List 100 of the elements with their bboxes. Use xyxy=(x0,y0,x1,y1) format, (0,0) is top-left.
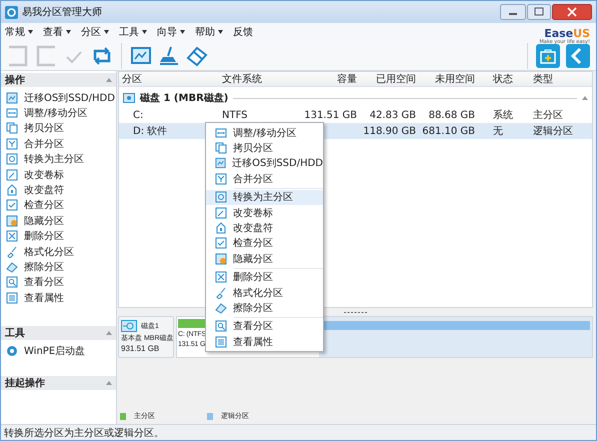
column-header[interactable]: 已用空间 xyxy=(357,72,416,86)
sidebar-item[interactable]: 改变盘符 xyxy=(1,182,116,198)
sidebar-item[interactable]: 检查分区 xyxy=(1,198,116,214)
menu-item[interactable]: 帮助 xyxy=(195,25,223,39)
section-header[interactable]: 挂起操作 xyxy=(1,376,116,390)
app-icon xyxy=(5,6,18,18)
menu-item[interactable]: 格式化分区 xyxy=(206,284,323,300)
collapse-icon[interactable] xyxy=(106,380,112,385)
item-label: 查看分区 xyxy=(24,276,64,290)
menu-item[interactable]: 分区 xyxy=(81,25,109,39)
column-header[interactable]: 类型 xyxy=(530,72,592,86)
table-cell-text: 无 xyxy=(492,125,504,138)
column-header[interactable]: 文件系统 xyxy=(219,72,301,86)
sidebar-item[interactable]: WinPE启动盘 xyxy=(1,343,116,359)
menu-item[interactable]: 迁移OS到SSD/HDD xyxy=(206,156,323,172)
menu-item[interactable]: 反馈 xyxy=(233,25,253,39)
convert-icon xyxy=(215,191,227,204)
sidebar-item[interactable]: 格式化分区 xyxy=(1,244,116,260)
drive-icon xyxy=(6,184,18,196)
edit-icon xyxy=(215,206,227,219)
apply-button[interactable] xyxy=(91,44,113,66)
menu-item[interactable]: 改变卷标 xyxy=(206,204,323,220)
table-cell-text: 131.51 GB xyxy=(303,110,357,120)
status-text: 转换所选分区为主分区或逻辑分区。 xyxy=(4,426,164,440)
menu-item[interactable]: 拷贝分区 xyxy=(206,140,323,156)
item-label: 转换为主分区 xyxy=(24,152,84,166)
sidebar-item[interactable]: 擦除分区 xyxy=(1,259,116,275)
column-header[interactable]: 未用空间 xyxy=(416,72,475,86)
menu-item[interactable]: 检查分区 xyxy=(206,236,323,252)
sidebar-item[interactable]: 转换为主分区 xyxy=(1,152,116,167)
section-header[interactable]: 操作 xyxy=(1,73,116,87)
menu-item[interactable]: 转换为主分区 xyxy=(206,190,323,205)
item-label: 合并分区 xyxy=(233,172,273,186)
checkbox-icon xyxy=(6,199,18,212)
item-label: 调整/移动分区 xyxy=(233,126,296,140)
toolkit-button[interactable] xyxy=(536,44,560,68)
window-title: 易我分区管理大师 xyxy=(22,6,102,19)
item-label: 改变卷标 xyxy=(24,168,64,182)
redo-icon xyxy=(35,44,57,66)
menu-item[interactable]: 调整/移动分区 xyxy=(206,125,323,140)
menu-item[interactable]: 常规 xyxy=(5,25,33,39)
drive-icon xyxy=(215,222,227,234)
table-cell-text: D: 软件 xyxy=(132,125,168,138)
menu-item[interactable]: 向导 xyxy=(157,25,185,39)
menu-item[interactable]: 工具 xyxy=(119,25,147,39)
disk-row[interactable]: 磁盘 1 (MBR磁盘) xyxy=(119,89,592,107)
screen-button[interactable] xyxy=(130,44,152,66)
menu-item[interactable]: 隐藏分区 xyxy=(206,251,323,267)
sidebar-item[interactable]: 隐藏分区 xyxy=(1,213,116,229)
sidebar-item[interactable]: 查看分区 xyxy=(1,274,116,290)
collapse-icon[interactable] xyxy=(106,331,112,336)
splitter-handle[interactable] xyxy=(344,310,368,314)
menu-item[interactable]: 擦除分区 xyxy=(206,300,323,316)
copy-icon xyxy=(215,142,227,154)
column-header[interactable]: 状态 xyxy=(490,72,530,86)
sidebar-item[interactable]: 拷贝分区 xyxy=(1,120,116,136)
item-label: 删除分区 xyxy=(24,230,64,244)
minimize-button[interactable] xyxy=(500,4,526,20)
back-button[interactable] xyxy=(566,44,590,68)
menu-item[interactable]: 查看 xyxy=(43,25,71,39)
sidebar-item[interactable]: 调整/移动分区 xyxy=(1,105,116,121)
collapse-icon[interactable] xyxy=(106,78,112,82)
undo-icon xyxy=(7,44,29,66)
eraser-button[interactable] xyxy=(186,44,208,66)
eraser-icon xyxy=(186,44,208,66)
menu-item[interactable]: 合并分区 xyxy=(206,171,323,187)
apply-icon xyxy=(91,44,113,66)
collapse-icon[interactable] xyxy=(582,96,588,100)
sidebar-item[interactable]: 合并分区 xyxy=(1,136,116,152)
column-header[interactable]: 分区 xyxy=(119,72,219,86)
resize-icon xyxy=(6,107,18,120)
maximize-button[interactable] xyxy=(527,4,551,20)
sidebar-item[interactable]: 迁移OS到SSD/HDD xyxy=(1,90,116,106)
disk-label: 磁盘 1 (MBR磁盘) xyxy=(140,92,228,105)
menu-item[interactable]: 查看属性 xyxy=(206,334,323,350)
table-cell-text: 主分区 xyxy=(532,108,564,122)
item-label: 改变盘符 xyxy=(24,184,64,198)
merge-icon xyxy=(6,138,18,150)
sidebar-item[interactable]: 查看属性 xyxy=(1,290,116,306)
search-icon xyxy=(6,276,18,288)
sidebar-item[interactable]: 改变卷标 xyxy=(1,166,116,182)
broom-button[interactable] xyxy=(158,44,180,66)
menu-item[interactable]: 改变盘符 xyxy=(206,220,323,236)
section-header[interactable]: 工具 xyxy=(1,326,116,340)
item-label: 拷贝分区 xyxy=(24,122,64,136)
search-icon xyxy=(215,320,227,332)
close-button[interactable] xyxy=(552,4,592,20)
item-label: 查看分区 xyxy=(233,320,273,334)
table-cell-text: 系统 xyxy=(492,108,514,122)
screen-icon xyxy=(130,44,152,66)
checkbox-icon xyxy=(215,237,227,250)
menu-item[interactable]: 删除分区 xyxy=(206,270,323,285)
menu-item[interactable]: 查看分区 xyxy=(206,318,323,334)
item-label: 调整/移动分区 xyxy=(24,107,88,120)
column-header[interactable]: 容量 xyxy=(301,72,357,86)
table-row[interactable]: C: NTFS 131.51 GB 42.83 GB 88.68 GB 系统 主分区 xyxy=(119,107,592,123)
item-label: WinPE启动盘 xyxy=(24,344,86,358)
sidebar-item[interactable]: 删除分区 xyxy=(1,228,116,244)
item-label: 格式化分区 xyxy=(24,246,74,259)
section-title: 挂起操作 xyxy=(5,376,45,390)
